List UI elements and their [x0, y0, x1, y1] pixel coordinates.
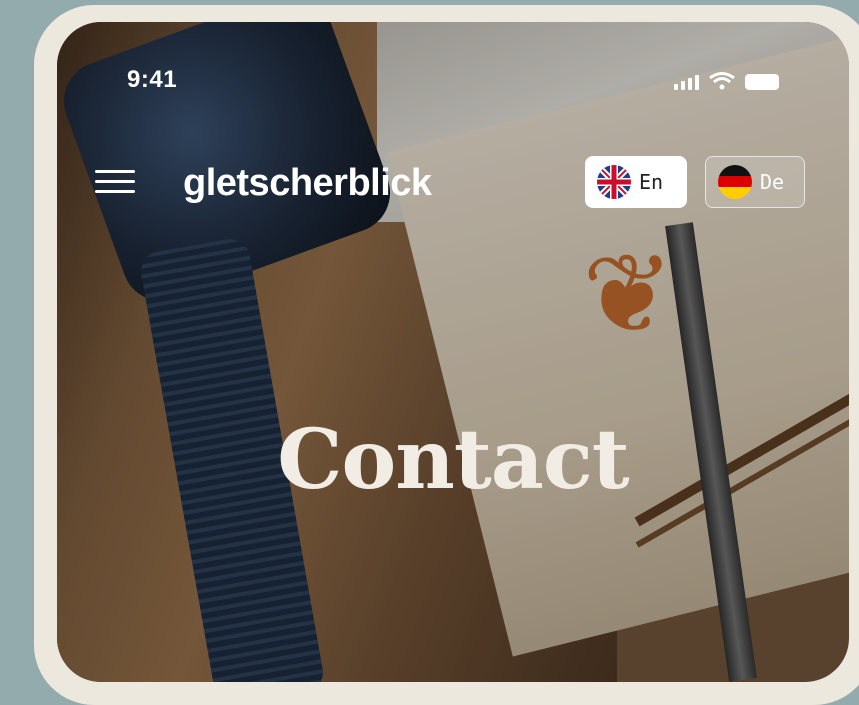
wifi-icon: [709, 72, 735, 90]
signal-icon: [674, 75, 699, 90]
hero-overlay: [57, 22, 849, 682]
brand-logo[interactable]: gletscherblick: [183, 162, 432, 205]
hamburger-menu-icon[interactable]: [95, 170, 135, 200]
phone-screen: ❦ 9:41 gletscherblick En De Contact: [57, 22, 849, 682]
uk-flag-icon: [597, 165, 631, 199]
battery-icon: [745, 74, 779, 90]
language-en-label: En: [639, 170, 664, 194]
language-en-button[interactable]: En: [585, 156, 687, 208]
page-title: Contact: [277, 412, 629, 508]
status-time: 9:41: [127, 66, 178, 93]
language-de-label: De: [760, 170, 785, 194]
status-icons: [674, 72, 779, 90]
language-de-button[interactable]: De: [705, 156, 805, 208]
germany-flag-icon: [718, 165, 752, 199]
